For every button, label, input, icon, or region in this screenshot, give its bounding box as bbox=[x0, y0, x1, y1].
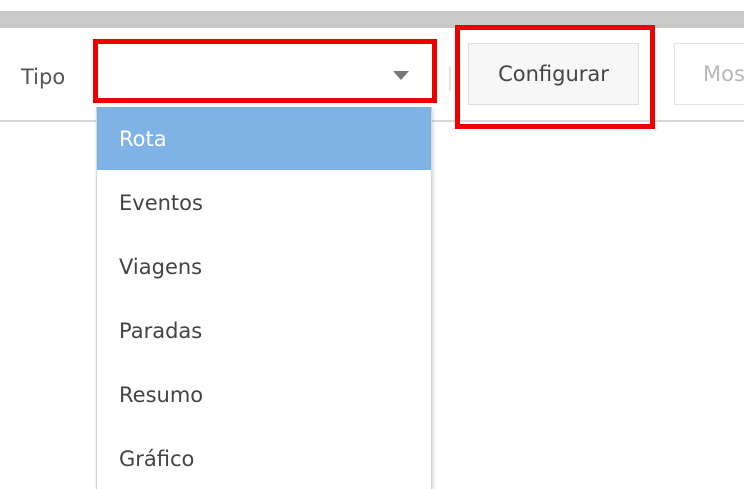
toolbar-separator bbox=[449, 67, 451, 91]
dropdown-item-rota[interactable]: Rota bbox=[97, 107, 431, 170]
dropdown-item-grafico[interactable]: Gráfico bbox=[97, 427, 431, 489]
type-label: Tipo bbox=[21, 65, 66, 89]
caret-down-icon[interactable] bbox=[393, 71, 409, 80]
top-bar bbox=[0, 11, 744, 28]
type-dropdown-menu: Rota Eventos Viagens Paradas Resumo Gráf… bbox=[96, 107, 432, 489]
dropdown-item-resumo[interactable]: Resumo bbox=[97, 363, 431, 426]
dropdown-item-paradas[interactable]: Paradas bbox=[97, 299, 431, 362]
configure-button[interactable]: Configurar bbox=[468, 43, 639, 105]
dropdown-item-eventos[interactable]: Eventos bbox=[97, 171, 431, 234]
dropdown-item-viagens[interactable]: Viagens bbox=[97, 235, 431, 298]
show-button[interactable]: Mos bbox=[674, 43, 744, 105]
type-select[interactable] bbox=[95, 42, 433, 100]
